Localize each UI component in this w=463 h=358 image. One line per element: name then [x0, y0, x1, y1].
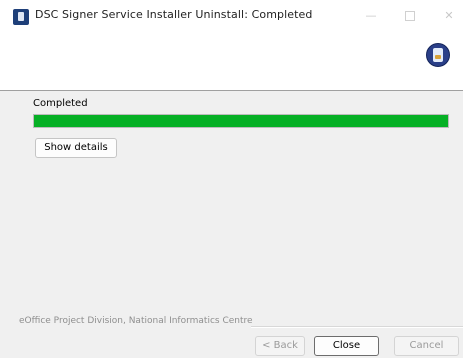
progress-fill	[34, 115, 448, 127]
close-button[interactable]: Close	[314, 336, 379, 356]
status-label: Completed	[33, 98, 88, 109]
minimize-button[interactable]: —	[357, 6, 385, 26]
installer-app-icon	[13, 9, 29, 25]
cancel-button[interactable]: Cancel	[394, 336, 459, 356]
branding-text: eOffice Project Division, National Infor…	[19, 316, 253, 326]
progress-bar	[33, 114, 449, 128]
back-button[interactable]: < Back	[255, 336, 305, 356]
header-banner	[0, 28, 463, 91]
title-bar: DSC Signer Service Installer Uninstall: …	[0, 0, 463, 29]
installer-banner-icon	[426, 43, 450, 67]
window-title: DSC Signer Service Installer Uninstall: …	[35, 8, 313, 21]
maximize-button[interactable]	[396, 6, 424, 26]
maximize-icon	[405, 11, 415, 21]
footer-divider	[251, 326, 463, 328]
close-window-button[interactable]: ✕	[435, 6, 463, 26]
installer-window: DSC Signer Service Installer Uninstall: …	[0, 0, 463, 358]
show-details-button[interactable]: Show details	[35, 138, 117, 158]
